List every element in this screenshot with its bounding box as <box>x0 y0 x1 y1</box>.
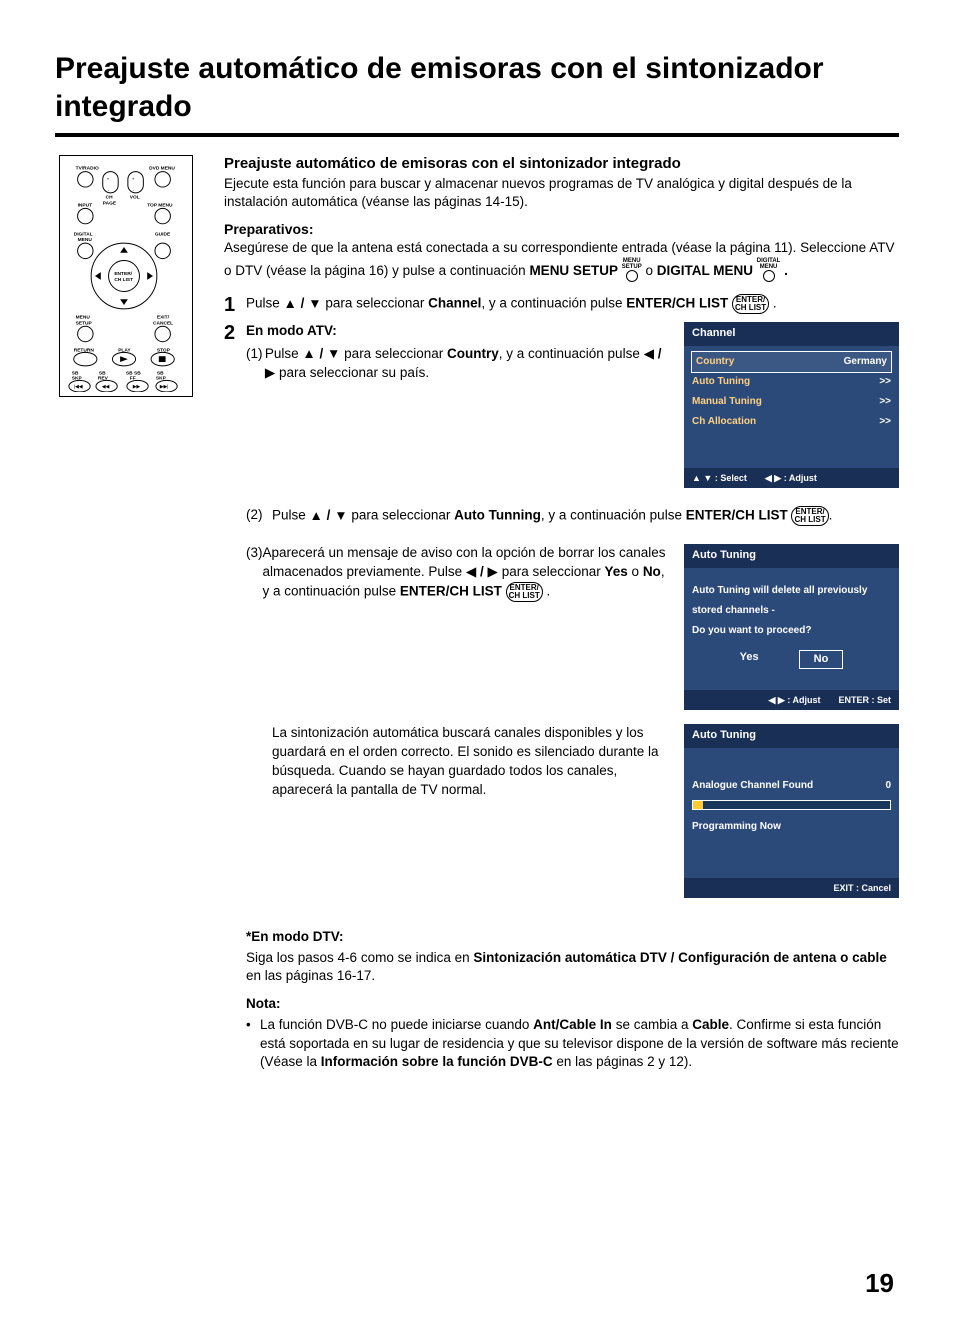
preparativos-text: Asegúrese de que la antena está conectad… <box>224 239 899 284</box>
svg-text:MENU: MENU <box>76 315 91 321</box>
dtv-mode-text: Siga los pasos 4-6 como se indica en Sin… <box>246 949 899 985</box>
enter-chlist-icon: ENTER/CH LIST <box>506 582 543 602</box>
svg-text:CH LIST: CH LIST <box>114 277 133 283</box>
title-rule <box>55 133 899 137</box>
enter-chlist-icon: ENTER/CH LIST <box>791 506 828 526</box>
svg-text:TV/RADIO: TV/RADIO <box>76 166 99 172</box>
substep-2: (2) <box>246 506 272 526</box>
substep-1-text: Pulse ▲ / ▼ para seleccionar Country, y … <box>265 345 674 383</box>
svg-text:SETUP: SETUP <box>76 320 93 326</box>
svg-text:|◀◀: |◀◀ <box>74 384 83 390</box>
svg-text:+: + <box>132 177 135 182</box>
svg-text:EXIT/: EXIT/ <box>157 315 170 321</box>
digital-menu-icon: DIGITALMENU <box>757 258 781 285</box>
step-1-number: 1 <box>224 294 246 316</box>
up-arrow-icon: ▲ <box>284 295 297 314</box>
svg-text:CANCEL: CANCEL <box>153 320 173 326</box>
enter-chlist-icon: ENTER/CH LIST <box>732 294 769 314</box>
intro-text: Ejecute esta función para buscar y almac… <box>224 175 899 211</box>
menu-setup-icon: MENUSETUP <box>622 258 642 285</box>
down-arrow-icon: ▼ <box>327 345 340 364</box>
up-arrow-icon: ▲ <box>302 345 315 364</box>
svg-text:MENU: MENU <box>78 237 93 243</box>
svg-text:DVD MENU: DVD MENU <box>149 166 175 172</box>
svg-text:INPUT: INPUT <box>78 202 93 208</box>
step-2-number: 2 <box>224 322 246 344</box>
svg-text:VOL: VOL <box>130 195 140 201</box>
svg-text:CH: CH <box>106 195 113 201</box>
auto-tuning-progress-screenshot: Auto Tuning Analogue Channel Found 0 Pro… <box>684 724 899 898</box>
substep-1: (1) <box>246 345 265 383</box>
left-arrow-icon: ◀ <box>644 345 654 364</box>
svg-text:PAGE: PAGE <box>103 200 117 206</box>
page-title: Preajuste automático de emisoras con el … <box>55 50 899 125</box>
substep-3-text: Aparecerá un mensaje de aviso con la opc… <box>263 544 675 602</box>
svg-text:+: + <box>107 177 110 182</box>
substep-2-text: Pulse ▲ / ▼ para seleccionar Auto Tunnin… <box>272 506 832 526</box>
down-arrow-icon: ▼ <box>308 295 321 314</box>
substep-3: (3) <box>246 544 263 602</box>
section-heading: Preajuste automático de emisoras con el … <box>224 155 899 172</box>
up-arrow-icon: ▲ <box>310 507 323 526</box>
svg-text:◀◀: ◀◀ <box>102 384 110 390</box>
nota-text: • La función DVB-C no puede iniciarse cu… <box>246 1016 899 1071</box>
svg-text:ENTER/: ENTER/ <box>114 271 132 277</box>
auto-tuning-confirm-screenshot: Auto Tuning Auto Tuning will delete all … <box>684 544 899 710</box>
channel-menu-screenshot: Channel Country Germany Auto Tuning>> Ma… <box>684 322 899 488</box>
right-arrow-icon: ▶ <box>265 364 275 383</box>
svg-text:DIGITAL: DIGITAL <box>74 231 93 237</box>
dtv-mode-heading: *En modo DTV: <box>246 928 899 947</box>
down-arrow-icon: ▼ <box>334 507 347 526</box>
nota-heading: Nota: <box>246 995 899 1014</box>
atv-mode-heading: En modo ATV: <box>246 322 674 341</box>
preparativos-heading: Preparativos: <box>224 221 899 237</box>
auto-search-text: La sintonización automática buscará cana… <box>246 724 684 800</box>
svg-text:▶▶: ▶▶ <box>133 384 141 390</box>
svg-text:▶▶|: ▶▶| <box>160 384 169 390</box>
step-1-text: Pulse ▲ / ▼ para seleccionar Channel, y … <box>246 294 899 314</box>
svg-text:GUIDE: GUIDE <box>155 231 171 237</box>
remote-control-illustration: .rc-t{font:5px Arial;fill:#000;} .rc-tb{… <box>59 155 193 397</box>
right-arrow-icon: ▶ <box>488 563 498 582</box>
left-arrow-icon: ◀ <box>466 563 476 582</box>
page-number: 19 <box>865 1268 894 1299</box>
svg-text:TOP MENU: TOP MENU <box>147 202 173 208</box>
